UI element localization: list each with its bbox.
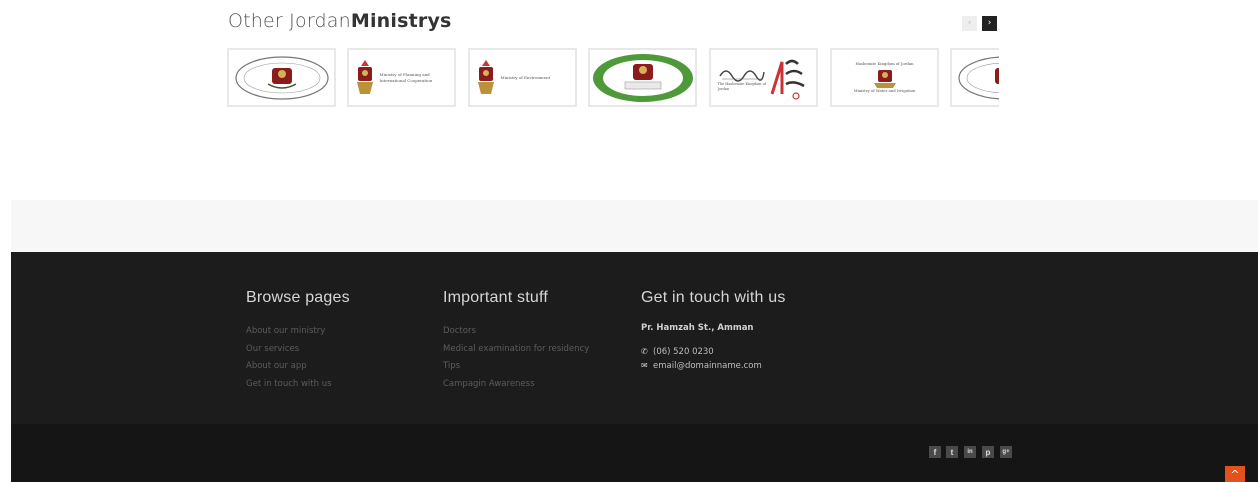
ministry-logo-7[interactable] xyxy=(950,48,999,107)
ministry-logo-6[interactable]: Hashemite Kingdom of Jordan Ministry of … xyxy=(830,48,939,107)
google-plus-icon[interactable]: g+ xyxy=(1000,446,1012,458)
facebook-icon[interactable]: f xyxy=(929,446,941,458)
footer-link-tips[interactable]: Tips xyxy=(443,358,589,376)
ministries-heading: Other JordanMinistrys xyxy=(228,10,452,32)
heading-bold-text: Ministrys xyxy=(350,10,452,32)
ministry-logo-3[interactable]: Ministry of Environment xyxy=(468,48,577,107)
logo-caption: Ministry of Environment xyxy=(500,74,551,80)
arabic-title-icon xyxy=(770,59,805,100)
wreath-seal-icon xyxy=(592,53,693,102)
logo-caption: The Hashemite Kingdom of Jordan xyxy=(717,81,766,91)
contact-column: Get in touch with us Pr. Hamzah St., Amm… xyxy=(641,289,786,373)
phone-icon: ✆ xyxy=(641,347,648,356)
separator-band xyxy=(11,200,1258,252)
browse-pages-column: Browse pages About our ministry Our serv… xyxy=(246,289,350,393)
coat-of-arms-icon xyxy=(356,59,373,94)
contact-phone-row: ✆ (06) 520 0230 xyxy=(641,345,786,359)
contact-title: Get in touch with us xyxy=(641,289,786,306)
important-stuff-title: Important stuff xyxy=(443,289,548,306)
footer-link-medical-exam[interactable]: Medical examination for residency xyxy=(443,341,589,359)
browse-pages-title: Browse pages xyxy=(246,289,350,306)
important-stuff-column: Important stuff Doctors Medical examinat… xyxy=(443,289,589,393)
footer-link-campaign[interactable]: Campagin Awareness xyxy=(443,376,589,394)
footer-link-get-in-touch[interactable]: Get in touch with us xyxy=(246,376,350,394)
twitter-icon[interactable]: t xyxy=(946,446,958,458)
contact-address: Pr. Hamzah St., Amman xyxy=(641,323,754,333)
logo-caption-bottom: Ministry of Water and Irrigation xyxy=(853,87,916,93)
ministry-logo-carousel: Ministry of Planning and International C… xyxy=(227,48,999,107)
linkedin-icon[interactable]: in xyxy=(964,446,976,458)
ministry-logo-5[interactable]: The Hashemite Kingdom of Jordan xyxy=(709,48,818,107)
carousel-next-button[interactable]: › xyxy=(982,16,997,31)
other-ministries-section: Other JordanMinistrys ‹ › Ministry of Pl… xyxy=(0,0,1258,200)
envelope-icon: ✉ xyxy=(641,361,648,370)
ministry-logo-2[interactable]: Ministry of Planning and International C… xyxy=(347,48,456,107)
footer-link-about-ministry[interactable]: About our ministry xyxy=(246,323,350,341)
logo-caption: Ministry of Planning and International C… xyxy=(379,72,433,83)
ministry-logo-4[interactable] xyxy=(588,48,697,107)
contact-email-row: ✉ email@domainname.com xyxy=(641,359,786,373)
contact-phone: (06) 520 0230 xyxy=(653,347,714,357)
arabic-calligraphy-icon xyxy=(718,70,765,82)
contact-email[interactable]: email@domainname.com xyxy=(653,359,762,373)
coat-of-arms-icon xyxy=(477,59,494,94)
coat-of-arms-icon xyxy=(873,69,896,88)
site-footer: Browse pages About our ministry Our serv… xyxy=(11,252,1258,424)
carousel-prev-button[interactable]: ‹ xyxy=(962,16,977,31)
ministry-logo-1[interactable] xyxy=(227,48,336,107)
scroll-to-top-button[interactable]: ^ xyxy=(1225,466,1245,482)
pinterest-icon[interactable]: p xyxy=(982,446,994,458)
footer-link-doctors[interactable]: Doctors xyxy=(443,323,589,341)
footer-bottom-bar xyxy=(11,424,1258,482)
heading-light-text: Other Jordan xyxy=(228,10,351,32)
footer-link-our-services[interactable]: Our services xyxy=(246,341,350,359)
footer-link-about-app[interactable]: About our app xyxy=(246,358,350,376)
seal-logo-icon xyxy=(957,56,999,99)
seal-logo-icon xyxy=(234,55,329,100)
